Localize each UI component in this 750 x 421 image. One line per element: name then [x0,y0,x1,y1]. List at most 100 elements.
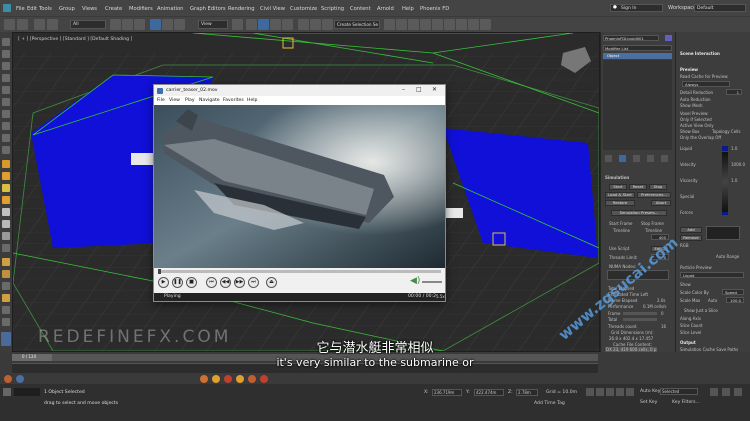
tool-icon-9[interactable] [2,134,10,142]
edit-named-sets-icon[interactable] [298,19,309,30]
channel-special-label[interactable]: Special [680,194,694,199]
tool-icon-14[interactable] [2,196,10,204]
prev-frame-icon[interactable] [596,388,604,396]
use-script-checkbox[interactable]: Use Script [609,246,629,251]
remove-channel-button[interactable]: Remove [680,235,702,241]
tool-icon-6[interactable] [2,98,10,106]
volume-slider[interactable] [422,281,442,283]
read-cache-dropdown[interactable]: Always [682,81,730,87]
align-icon[interactable] [322,19,333,30]
tool-icon-5[interactable] [2,86,10,94]
detail-reduction-spinner[interactable]: 1 [726,89,742,95]
tool-icon-20[interactable] [2,270,10,278]
modifier-stack-item[interactable]: Object [603,53,672,59]
menu-edit[interactable]: Edit [27,6,37,12]
fire-tool-icon-1[interactable] [4,375,12,383]
play-animation-icon[interactable] [606,388,614,396]
menu-customize[interactable]: Customize [290,6,317,12]
next-icon[interactable]: ⏭ [248,277,259,288]
active-view-only-checkbox[interactable]: Active View Only [680,123,714,128]
tool-icon-23[interactable] [2,306,10,314]
tool-icon-3[interactable] [2,62,10,70]
menu-rendering[interactable]: Rendering [228,6,255,12]
video-frame[interactable] [154,105,445,268]
show-checkbox[interactable]: Show [680,282,691,287]
maxscript-icon[interactable] [3,388,11,396]
go-to-end-icon[interactable] [626,388,634,396]
menu-create[interactable]: Create [105,6,122,12]
select-move-icon[interactable] [150,19,161,30]
stop-button[interactable]: Stop [649,184,667,190]
tool-icon-11[interactable] [2,160,10,168]
menu-civil-view[interactable]: Civil View [260,6,285,12]
x-coordinate-field[interactable]: 236.719m [432,389,462,396]
object-name-field[interactable]: PhoenixFDLiquid001 [603,35,659,41]
scene-explorer-icon[interactable] [384,19,395,30]
tool-icon-2[interactable] [2,50,10,58]
select-object-icon[interactable] [110,19,121,30]
channel-velocity-label[interactable]: Velocity [680,162,696,167]
timeline-radio-stop[interactable]: Timeline [645,228,662,233]
pan-icon[interactable] [734,388,742,396]
timeline-radio-start[interactable]: Timeline [613,228,630,233]
undo-icon[interactable] [4,19,15,30]
add-channel-button[interactable]: Add [680,227,702,233]
render-production-icon[interactable] [480,19,491,30]
menu-group[interactable]: Group [59,6,75,12]
show-end-result-icon[interactable] [619,155,626,162]
schematic-view-icon[interactable] [432,19,443,30]
orbit-icon[interactable] [722,388,730,396]
fire-tool-icon-6[interactable] [248,375,256,383]
simulation-presets-button[interactable]: Simulation Presets... [611,210,667,216]
named-selection-set-dropdown[interactable]: Create Selection Se [334,20,380,29]
fire-tool-icon-3[interactable] [212,375,220,383]
menu-animation[interactable]: Animation [157,6,183,12]
remove-modifier-icon[interactable] [647,155,654,162]
channel-liquid-swatch[interactable] [722,146,728,151]
unlink-icon[interactable] [47,19,58,30]
menu-help[interactable]: Help [402,6,414,12]
render-frame-icon[interactable] [468,19,479,30]
tool-icon-19[interactable] [2,258,10,266]
player-menu-view[interactable]: View [169,98,180,103]
tool-icon-21[interactable] [2,282,10,290]
channel-forces-label[interactable]: Forces [680,210,693,215]
liquid-tool-icon-1[interactable] [16,375,24,383]
player-menu-play[interactable]: Play [185,98,195,103]
minimize-icon[interactable]: – [402,86,405,93]
select-scale-icon[interactable] [174,19,185,30]
scene-interaction-rollout[interactable]: Scene Interaction [680,51,720,56]
fire-tool-icon-7[interactable] [260,375,268,383]
volume-icon[interactable]: ◀) [410,276,420,286]
make-unique-icon[interactable] [633,155,640,162]
pause-icon[interactable]: ❚❚ [172,277,183,288]
tool-icon-10[interactable] [2,146,10,154]
rect-selection-icon[interactable] [134,19,145,30]
tool-icon-7[interactable] [2,110,10,118]
tool-icon-12[interactable] [2,172,10,180]
menu-phoenix-fd[interactable]: Phoenix FD [420,6,449,12]
tool-icon-22[interactable] [2,294,10,302]
player-menu-help[interactable]: Help [247,98,257,103]
player-menu-navigate[interactable]: Navigate [199,98,220,103]
spinner-snap-icon[interactable] [282,19,293,30]
tool-icon-8[interactable] [2,122,10,130]
link-icon[interactable] [34,19,45,30]
channel-liquid-value[interactable]: 1.0 [731,146,737,151]
fire-tool-icon-2[interactable] [200,375,208,383]
play-icon[interactable]: ▶ [158,277,169,288]
channel-liquid-label[interactable]: Liquid [680,146,692,151]
workspace-dropdown[interactable]: Default [694,4,746,12]
ribbon-icon[interactable] [408,19,419,30]
topology-cells-checkbox[interactable]: Topology Cells [712,129,741,134]
tool-icon-18[interactable] [2,244,10,252]
auto-checkbox[interactable]: Auto [708,298,717,303]
start-button[interactable]: Start [609,184,627,190]
fast-forward-icon[interactable]: ▶▶ [234,277,245,288]
redo-icon[interactable] [17,19,28,30]
tool-icon-17[interactable] [2,232,10,240]
menu-file[interactable]: File [16,6,25,12]
player-menu-file[interactable]: File [157,98,165,103]
load-start-button[interactable]: Load & Start [605,192,635,198]
key-selection-dropdown[interactable]: Selected [660,388,698,395]
